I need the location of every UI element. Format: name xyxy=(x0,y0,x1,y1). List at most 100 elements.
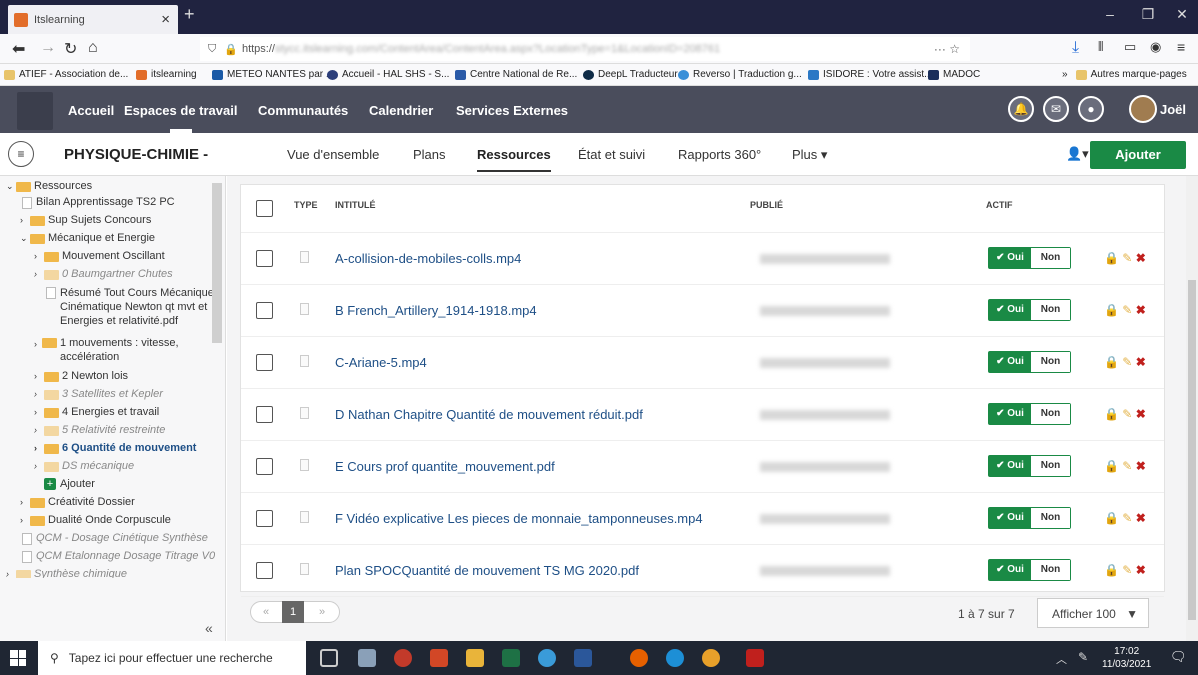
close-window-icon[interactable]: ✕ xyxy=(1172,6,1192,23)
new-tab-icon[interactable]: + xyxy=(184,4,195,25)
nav-home[interactable]: Accueil xyxy=(68,103,114,118)
delete-icon[interactable]: ✖ xyxy=(1136,459,1146,473)
toggle-on[interactable]: ✔ Oui xyxy=(989,352,1031,372)
resource-title-link[interactable]: E Cours prof quantite_mouvement.pdf xyxy=(335,459,555,474)
collapse-sidebar-icon[interactable]: « xyxy=(205,620,213,636)
toggle-on[interactable]: ✔ Oui xyxy=(989,300,1031,320)
add-button[interactable]: Ajouter xyxy=(1090,141,1186,169)
other-bookmarks[interactable]: » Autres marque-pages xyxy=(1062,69,1187,80)
tree-item[interactable]: › 4 Energies et travail xyxy=(34,406,159,418)
row-checkbox[interactable] xyxy=(256,406,273,423)
tab-status[interactable]: État et suivi xyxy=(578,147,645,162)
toggle-on[interactable]: ✔ Oui xyxy=(989,404,1031,424)
tree-item[interactable]: QCM Etalonnage Dosage Titrage V0 xyxy=(20,550,215,563)
tree-item-selected[interactable]: › 6 Quantité de mouvement xyxy=(34,442,196,454)
edit-icon[interactable]: ✎ xyxy=(1122,407,1132,421)
chevron-up-icon[interactable]: ︿ xyxy=(1056,651,1067,667)
tree-item[interactable]: › 2 Newton lois xyxy=(34,370,128,382)
toggle-off[interactable]: Non xyxy=(1031,300,1070,320)
active-toggle[interactable]: ✔ Oui Non xyxy=(988,299,1071,321)
toggle-on[interactable]: ✔ Oui xyxy=(989,248,1031,268)
tree-item[interactable]: QCM - Dosage Cinétique Synthèse xyxy=(20,532,208,545)
user-menu-icon[interactable]: 👤▾ xyxy=(1066,146,1089,162)
edit-icon[interactable]: ✎ xyxy=(1122,355,1132,369)
clock[interactable]: 17:02 11/03/2021 xyxy=(1102,645,1151,671)
page-1-button[interactable]: 1 xyxy=(282,601,304,623)
col-header-published[interactable]: PUBLIÉ xyxy=(750,200,783,210)
prev-page-button[interactable]: « xyxy=(263,606,269,618)
edge-icon[interactable] xyxy=(666,649,684,667)
tree-item[interactable]: › DS mécanique xyxy=(34,460,134,472)
lock-icon[interactable]: 🔒 xyxy=(1104,407,1119,421)
maximize-icon[interactable]: ❐ xyxy=(1138,6,1158,23)
toggle-off[interactable]: Non xyxy=(1031,560,1070,580)
acrobat-icon[interactable] xyxy=(746,649,764,667)
edit-icon[interactable]: ✎ xyxy=(1122,511,1132,525)
toggle-on[interactable]: ✔ Oui xyxy=(989,508,1031,528)
avatar[interactable] xyxy=(1129,95,1157,123)
taskbar-search[interactable]: ⚲ Tapez ici pour effectuer une recherche xyxy=(38,641,306,675)
tab-reports[interactable]: Rapports 360° xyxy=(678,147,761,162)
sidebar-scrollbar[interactable] xyxy=(212,183,222,343)
chat-icon[interactable]: ● xyxy=(1078,96,1104,122)
tab-overview[interactable]: Vue d'ensemble xyxy=(287,147,379,162)
mail-icon[interactable]: ✉ xyxy=(1043,96,1069,122)
app-icon[interactable] xyxy=(394,649,412,667)
bookmark-item[interactable]: METEO NANTES par ... xyxy=(212,69,334,80)
active-toggle[interactable]: ✔ Oui Non xyxy=(988,559,1071,581)
tree-item[interactable]: › Dualité Onde Corpuscule xyxy=(20,514,171,526)
bookmark-item[interactable]: DeepL Traducteur xyxy=(583,69,678,80)
tree-item[interactable]: › 1 mouvements : vitesse, accélération xyxy=(34,336,204,364)
tree-add-button[interactable]: + Ajouter xyxy=(44,478,95,490)
active-toggle[interactable]: ✔ Oui Non xyxy=(988,403,1071,425)
bookmark-item[interactable]: Centre National de Re... xyxy=(455,69,577,80)
delete-icon[interactable]: ✖ xyxy=(1136,251,1146,265)
toggle-on[interactable]: ✔ Oui xyxy=(989,456,1031,476)
excel-icon[interactable] xyxy=(502,649,520,667)
tree-item[interactable]: › 0 Baumgartner Chutes xyxy=(34,268,173,280)
notifications-icon[interactable]: 🗨 xyxy=(1170,649,1187,665)
school-logo[interactable] xyxy=(17,92,53,130)
menu-icon[interactable]: ≡ xyxy=(1177,39,1185,55)
next-page-button[interactable]: » xyxy=(319,606,325,618)
app-icon[interactable] xyxy=(538,649,556,667)
tree-item[interactable]: › Synthèse chimique xyxy=(6,568,127,578)
course-title[interactable]: PHYSIQUE-CHIMIE - xyxy=(64,146,208,163)
bookmark-item[interactable]: itslearning xyxy=(136,69,197,80)
edit-icon[interactable]: ✎ xyxy=(1122,563,1132,577)
tab-resources[interactable]: Ressources xyxy=(477,147,551,172)
powerpoint-icon[interactable] xyxy=(430,649,448,667)
select-all-checkbox[interactable] xyxy=(256,200,273,217)
resource-title-link[interactable]: A-collision-de-mobiles-colls.mp4 xyxy=(335,251,521,266)
bell-icon[interactable]: 🔔 xyxy=(1008,96,1034,122)
forward-icon[interactable]: → xyxy=(40,39,56,57)
download-icon[interactable]: ⤓ xyxy=(1072,39,1079,57)
file-explorer-icon[interactable] xyxy=(466,649,484,667)
firefox-icon[interactable] xyxy=(630,649,648,667)
active-toggle[interactable]: ✔ Oui Non xyxy=(988,507,1071,529)
toggle-off[interactable]: Non xyxy=(1031,404,1070,424)
delete-icon[interactable]: ✖ xyxy=(1136,407,1146,421)
resource-title-link[interactable]: D Nathan Chapitre Quantité de mouvement … xyxy=(335,407,643,422)
bookmark-item[interactable]: ATIEF - Association de... xyxy=(4,69,128,80)
row-checkbox[interactable] xyxy=(256,510,273,527)
row-checkbox[interactable] xyxy=(256,354,273,371)
edit-icon[interactable]: ✎ xyxy=(1122,459,1132,473)
row-checkbox[interactable] xyxy=(256,302,273,319)
delete-icon[interactable]: ✖ xyxy=(1136,563,1146,577)
toggle-off[interactable]: Non xyxy=(1031,508,1070,528)
col-header-type[interactable]: TYPE xyxy=(294,200,318,210)
nav-workspaces[interactable]: Espaces de travail xyxy=(124,103,237,118)
resource-title-link[interactable]: B French_Artillery_1914-1918.mp4 xyxy=(335,303,537,318)
toggle-on[interactable]: ✔ Oui xyxy=(989,560,1031,580)
lock-icon[interactable]: 🔒 xyxy=(1104,459,1119,473)
tree-item[interactable]: › 3 Satellites et Kepler xyxy=(34,388,163,400)
minimize-icon[interactable]: – xyxy=(1100,6,1120,22)
windows-start-icon[interactable] xyxy=(10,650,26,666)
task-view-icon[interactable] xyxy=(320,649,338,667)
lock-icon[interactable]: 🔒 xyxy=(1104,303,1119,317)
browser-tab[interactable]: Itslearning × xyxy=(8,5,178,34)
tab-plans[interactable]: Plans xyxy=(413,147,446,162)
url-bar[interactable]: ⛉ 🔒 https:// stycc.itslearning.com/Conte… xyxy=(200,37,970,61)
course-icon[interactable]: ≡ xyxy=(8,141,34,167)
